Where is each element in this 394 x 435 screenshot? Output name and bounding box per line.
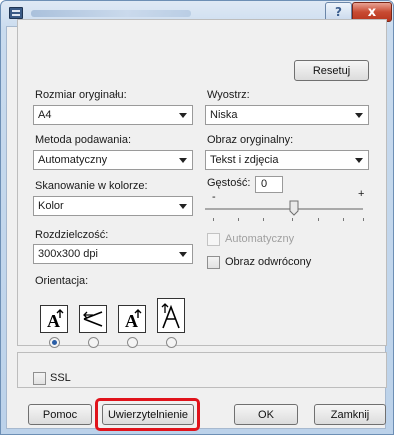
orientation-landscape-left-icon[interactable] [79,305,107,333]
resolution-combo[interactable]: 300x300 dpi [33,244,193,264]
color-value: Kolor [38,200,64,212]
color-combo[interactable]: Kolor [33,196,193,216]
slider-tick [213,218,214,221]
invert-image-label: Obraz odwrócony [225,256,312,268]
original-value: Tekst i zdjęcia [210,154,279,166]
chevron-down-icon [355,113,363,118]
size-combo[interactable]: A4 [33,105,193,125]
invert-image-checkbox[interactable] [207,256,220,269]
orientation-radio-2[interactable] [88,337,99,348]
orientation-label: Orientacja: [35,275,89,287]
slider-tick [343,218,344,221]
chevron-down-icon [179,113,187,118]
resolution-label: Rozdzielczość: [35,229,109,241]
auto-density-checkbox[interactable] [207,233,220,246]
orientation-radio-4[interactable] [166,337,177,348]
chevron-down-icon [355,158,363,163]
density-slider-thumb[interactable] [289,200,299,216]
feed-combo[interactable]: Automatyczny [33,150,193,170]
close-button[interactable]: Zamknij [314,404,386,425]
density-value: 0 [261,178,268,190]
slider-tick [363,218,364,221]
density-plus-label: + [358,188,365,200]
color-label: Skanowanie w kolorze: [35,180,148,192]
chevron-down-icon [179,204,187,209]
window-title [31,10,191,17]
help-button[interactable]: Pomoc [28,404,92,425]
ssl-panel [17,352,387,388]
chevron-down-icon [179,252,187,257]
svg-text:A: A [47,311,60,331]
density-slider-track[interactable] [205,208,363,210]
ok-button[interactable]: OK [234,404,298,425]
orientation-radio-3[interactable] [127,337,138,348]
svg-text:A: A [125,311,138,331]
density-label: Gęstość: [207,177,251,189]
orientation-portrait-right-icon[interactable]: A [118,305,146,333]
slider-tick [263,218,264,221]
resolution-value: 300x300 dpi [38,248,98,260]
highlight-frame [95,398,200,431]
size-value: A4 [38,109,52,121]
orientation-radio-1[interactable] [49,337,60,348]
sharpen-value: Niska [210,109,238,121]
original-combo[interactable]: Tekst i zdjęcia [205,150,369,170]
density-value-box: 0 [255,176,283,193]
sharpen-label: Wyostrz: [207,89,250,101]
auto-density-label: Automatyczny [225,233,295,245]
feed-label: Metoda podawania: [35,134,132,146]
size-label: Rozmiar oryginału: [35,89,127,101]
orientation-landscape-up-icon[interactable] [157,298,185,333]
ssl-label: SSL [50,372,71,384]
density-minus-label: - [212,191,216,203]
orientation-portrait-icon[interactable]: A [40,305,68,333]
slider-tick [318,218,319,221]
feed-value: Automatyczny [38,154,108,166]
sharpen-combo[interactable]: Niska [205,105,369,125]
app-icon [9,7,23,19]
ssl-checkbox[interactable] [33,372,46,385]
slider-tick [292,218,293,221]
chevron-down-icon [179,158,187,163]
slider-tick [238,218,239,221]
reset-button[interactable]: Resetuj [294,60,369,81]
original-label: Obraz oryginalny: [207,134,294,146]
